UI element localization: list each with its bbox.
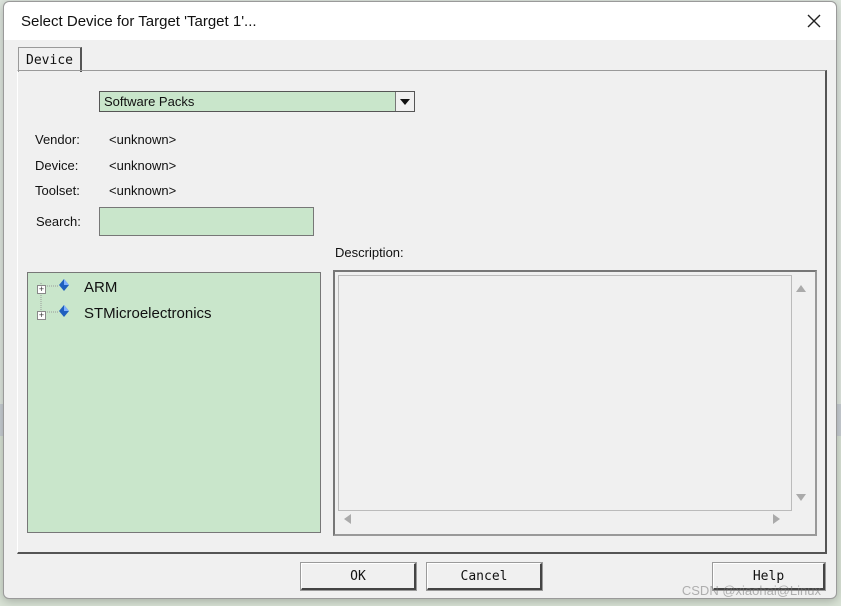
cancel-button[interactable]: Cancel (426, 562, 543, 591)
scroll-right-icon[interactable] (772, 513, 782, 525)
diamond-icon (59, 279, 69, 291)
toolset-value: <unknown> (109, 183, 177, 198)
tree-item-label: ARM (84, 279, 118, 296)
description-content (338, 275, 792, 511)
scroll-left-icon[interactable] (342, 513, 352, 525)
device-tree[interactable]: + ARM + STMicroelectronics (27, 272, 321, 533)
vendor-value: <unknown> (109, 132, 177, 147)
device-label: Device: (35, 158, 79, 173)
search-label: Search: (36, 214, 81, 229)
scroll-down-icon[interactable] (795, 493, 807, 503)
source-select-value: Software Packs (104, 94, 195, 109)
expand-icon[interactable]: + (37, 311, 46, 320)
toolset-label: Toolset: (35, 183, 80, 198)
close-button[interactable] (792, 2, 836, 40)
horizontal-scrollbar[interactable] (338, 510, 786, 528)
title-bar[interactable]: Select Device for Target 'Target 1'... (4, 2, 836, 40)
scroll-up-icon[interactable] (795, 283, 807, 293)
expand-icon[interactable]: + (37, 285, 46, 294)
diamond-icon (59, 305, 69, 317)
vertical-scrollbar[interactable] (791, 275, 811, 507)
watermark: CSDN @xiaohai@Linux (681, 583, 821, 598)
dropdown-button[interactable] (395, 92, 414, 111)
source-select[interactable]: Software Packs (99, 91, 415, 112)
description-box (333, 270, 817, 536)
tree-item-label: STMicroelectronics (84, 305, 212, 322)
search-input[interactable] (99, 207, 314, 236)
dialog-title: Select Device for Target 'Target 1'... (21, 13, 257, 30)
tab-device[interactable]: Device (18, 47, 82, 72)
select-device-dialog: Select Device for Target 'Target 1'... D… (3, 1, 837, 599)
ok-button[interactable]: OK (300, 562, 417, 591)
close-icon (807, 14, 821, 28)
vendor-label: Vendor: (35, 132, 80, 147)
description-label: Description: (335, 245, 404, 260)
device-value: <unknown> (109, 158, 177, 173)
chevron-down-icon (400, 98, 410, 105)
